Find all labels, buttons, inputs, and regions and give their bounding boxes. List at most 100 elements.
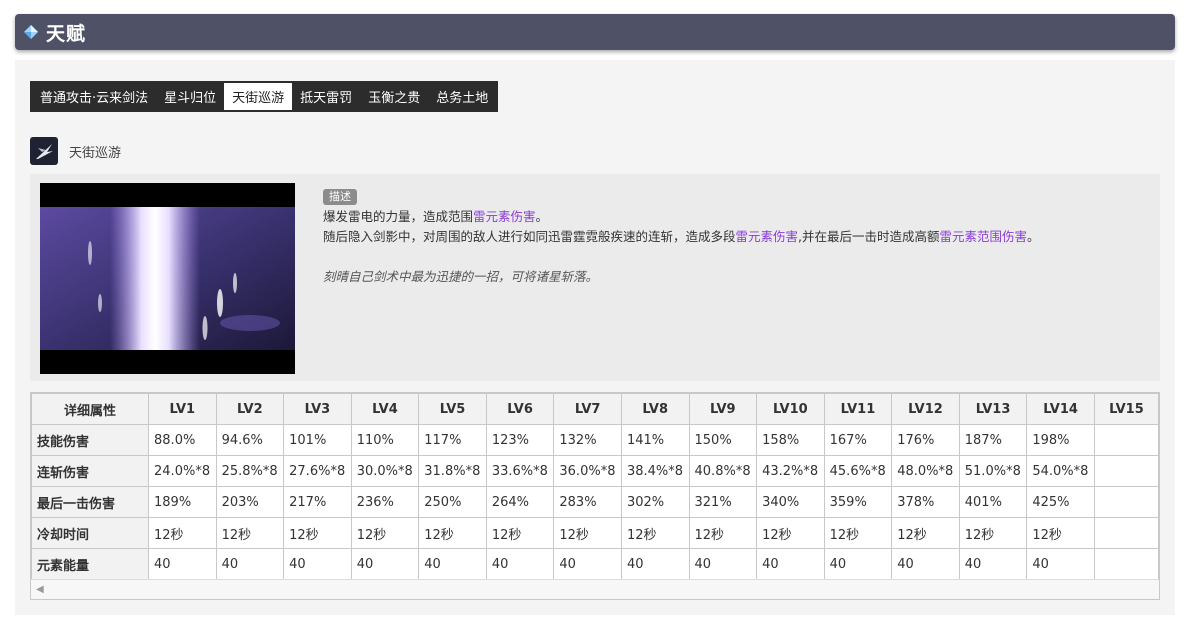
table-cell: [1093, 517, 1159, 549]
desc-text: 。: [1027, 229, 1040, 244]
table-cell: 27.6%*8: [283, 455, 352, 487]
attribute-table-container: 详细属性 LV1 LV2 LV3 LV4 LV5 LV6 LV7 LV8 LV9…: [30, 392, 1160, 600]
table-cell: 264%: [485, 486, 555, 518]
table-cell: 378%: [891, 486, 960, 518]
table-cell: 40: [688, 548, 758, 580]
table-cell: 30.0%*8: [350, 455, 420, 487]
table-cell: 12秒: [1026, 517, 1095, 549]
table-cell: 12秒: [958, 517, 1028, 549]
table-cell: 25.8%*8: [215, 455, 285, 487]
table-cell: [1093, 424, 1159, 456]
skill-heading: 天街巡游: [30, 137, 121, 165]
table-cell: 40: [823, 548, 893, 580]
table-cell: 40.8%*8: [688, 455, 758, 487]
table-cell: 12秒: [418, 517, 487, 549]
level-header: LV11: [823, 393, 893, 425]
table-cell: [1093, 548, 1159, 580]
level-header: LV12: [891, 393, 960, 425]
scroll-left-icon[interactable]: ◀: [36, 584, 44, 595]
horizontal-scrollbar[interactable]: ◀: [31, 579, 1159, 599]
flavor-text: 刻晴自己剑术中最为迅捷的一招，可将诸星斩落。: [323, 269, 599, 284]
table-cell: 40: [620, 548, 690, 580]
table-cell: 40: [485, 548, 555, 580]
table-cell: 203%: [215, 486, 285, 518]
table-row: 技能伤害 88.0% 94.6% 101% 110% 117% 123% 132% 141% 15…: [31, 424, 1159, 456]
level-header: LV3: [283, 393, 352, 425]
table-row: 最后一击伤害 189% 203% 217% 236% 250% 264% 283% 302% 32…: [31, 486, 1159, 518]
table-cell: 12秒: [283, 517, 352, 549]
tab-aristocratic-dignity[interactable]: 玉衡之贵: [360, 83, 428, 110]
table-cell: 198%: [1026, 424, 1095, 456]
talent-panel: 普通攻击·云来剑法 星斗归位 天街巡游 抵天雷罚 玉衡之贵 总务土地 天街巡游: [15, 60, 1175, 615]
table-cell: 48.0%*8: [891, 455, 960, 487]
description-line-2: 随后隐入剑影中，对周围的敌人进行如同迅雷霆霓般疾速的连斩，造成多段雷元素伤害,并…: [323, 227, 1153, 247]
level-header: LV1: [148, 393, 217, 425]
table-row: 连斩伤害 24.0%*8 25.8%*8 27.6%*8 30.0%*8 31.8%*8 3…: [31, 455, 1159, 487]
table-cell: 40: [756, 548, 825, 580]
table-cell: 12秒: [553, 517, 622, 549]
row-label: 技能伤害: [31, 424, 150, 456]
level-header: LV4: [350, 393, 420, 425]
attribute-table: 详细属性 LV1 LV2 LV3 LV4 LV5 LV6 LV7 LV8 LV9…: [31, 393, 1159, 580]
table-cell: 36.0%*8: [553, 455, 622, 487]
table-cell: 425%: [1026, 486, 1095, 518]
electro-damage-term: 雷元素伤害: [735, 229, 799, 244]
table-cell: 12秒: [823, 517, 893, 549]
table-cell: 45.6%*8: [823, 455, 893, 487]
table-cell: 250%: [418, 486, 487, 518]
table-cell: 12秒: [215, 517, 285, 549]
level-header: LV14: [1026, 393, 1095, 425]
table-cell: 167%: [823, 424, 893, 456]
tab-stellar-restoration[interactable]: 星斗归位: [156, 83, 224, 110]
table-cell: 340%: [756, 486, 825, 518]
table-cell: 40: [418, 548, 487, 580]
level-header: LV8: [620, 393, 690, 425]
table-corner-header: 详细属性: [31, 393, 150, 425]
table-cell: 187%: [958, 424, 1028, 456]
level-header: LV13: [958, 393, 1028, 425]
table-cell: 110%: [350, 424, 420, 456]
table-header-row: 详细属性 LV1 LV2 LV3 LV4 LV5 LV6 LV7 LV8 LV9…: [31, 393, 1159, 425]
skill-name: 天街巡游: [69, 145, 122, 161]
tab-land-survey[interactable]: 总务土地: [428, 83, 496, 110]
level-header: LV15: [1093, 393, 1159, 425]
desc-text: 随后隐入剑影中，对周围的敌人进行如同迅雷霆霓般疾速的连斩，造成多段: [323, 229, 736, 244]
table-cell: 12秒: [350, 517, 420, 549]
table-cell: 33.6%*8: [485, 455, 555, 487]
table-cell: 321%: [688, 486, 758, 518]
table-cell: 94.6%: [215, 424, 285, 456]
desc-text: ,并在最后一击时造成高额: [798, 229, 940, 244]
tab-starward-sword[interactable]: 天街巡游: [224, 83, 293, 110]
level-header: LV9: [688, 393, 758, 425]
skill-preview-video[interactable]: [40, 183, 295, 374]
skill-slash-icon: [30, 137, 58, 165]
table-cell: 302%: [620, 486, 690, 518]
table-cell: 12秒: [620, 517, 690, 549]
table-cell: 38.4%*8: [620, 455, 690, 487]
tab-normal-attack[interactable]: 普通攻击·云来剑法: [32, 83, 156, 110]
talent-tabs: 普通攻击·云来剑法 星斗归位 天街巡游 抵天雷罚 玉衡之贵 总务土地: [30, 81, 499, 112]
table-cell: 31.8%*8: [418, 455, 487, 487]
table-cell: 12秒: [891, 517, 960, 549]
description-line-1: 爆发雷电的力量，造成范围雷元素伤害。: [323, 207, 1153, 227]
table-cell: 141%: [620, 424, 690, 456]
table-cell: 54.0%*8: [1026, 455, 1095, 487]
table-cell: 123%: [485, 424, 555, 456]
table-cell: 40: [553, 548, 622, 580]
level-header: LV5: [418, 393, 487, 425]
table-cell: 176%: [891, 424, 960, 456]
electro-aoe-damage-term: 雷元素范围伤害: [939, 229, 1028, 244]
table-cell: 101%: [283, 424, 352, 456]
table-cell: 88.0%: [148, 424, 217, 456]
table-cell: 40: [283, 548, 352, 580]
table-cell: 117%: [418, 424, 487, 456]
table-cell: 189%: [148, 486, 217, 518]
section-header: 天赋: [15, 14, 1175, 50]
row-label: 冷却时间: [31, 517, 150, 549]
tab-thundering-punishment[interactable]: 抵天雷罚: [292, 83, 360, 110]
table-cell: 150%: [688, 424, 758, 456]
table-cell: 40: [350, 548, 420, 580]
table-cell: 401%: [958, 486, 1028, 518]
section-title: 天赋: [46, 22, 87, 45]
desc-text: 爆发雷电的力量，造成范围: [323, 209, 474, 224]
